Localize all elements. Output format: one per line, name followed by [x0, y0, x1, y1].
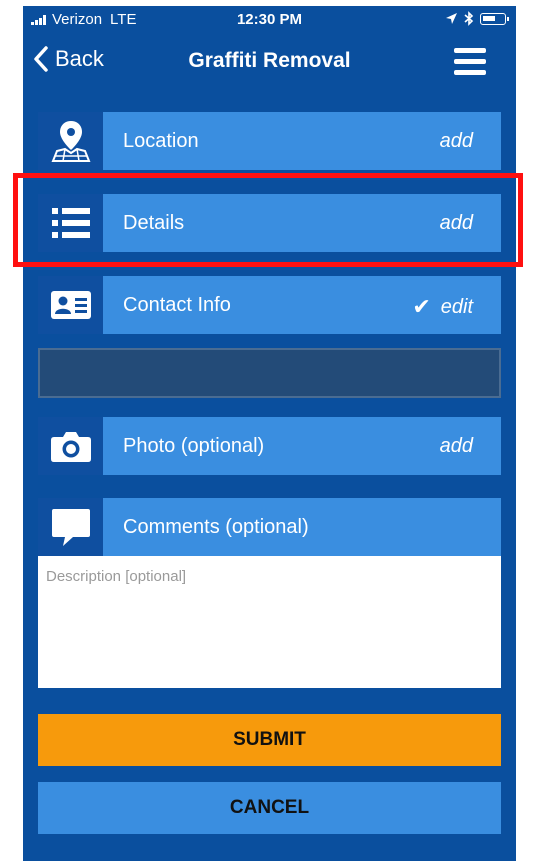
location-icon-box	[38, 112, 103, 170]
comments-icon-box	[38, 498, 103, 556]
submit-button[interactable]: SUBMIT	[38, 714, 501, 766]
back-label: Back	[55, 46, 104, 71]
comments-label: Comments (optional)	[123, 516, 309, 538]
photo-label: Photo (optional)	[123, 435, 265, 457]
contact-edit-action[interactable]: ✔ edit	[412, 294, 473, 320]
photo-add-action[interactable]: add	[440, 435, 473, 458]
location-action-text: add	[439, 130, 473, 152]
phone-screen: Verizon LTE 12:30 PM Back Graffiti Remov…	[23, 6, 516, 861]
map-pin-icon	[51, 121, 90, 162]
contact-info-label: Contact Info	[123, 294, 231, 316]
photo-action-text: add	[439, 435, 473, 457]
details-label: Details	[123, 212, 185, 234]
photo-icon-box	[38, 417, 103, 475]
page-title: Graffiti Removal	[188, 49, 351, 72]
contact-info-row[interactable]: Contact Info ✔ edit	[38, 276, 501, 334]
cancel-button[interactable]: CANCEL	[38, 782, 501, 834]
nav-bar: Back Graffiti Removal	[23, 34, 516, 90]
battery-icon	[480, 12, 509, 25]
details-icon-box	[38, 194, 103, 252]
photo-row[interactable]: Photo (optional) add	[38, 417, 501, 475]
contact-card-icon	[50, 291, 91, 319]
details-add-action[interactable]: add	[440, 212, 473, 235]
list-icon	[51, 208, 90, 238]
bluetooth-icon	[464, 11, 474, 26]
status-right	[445, 11, 509, 26]
checkmark-icon: ✔	[412, 294, 431, 319]
comments-row[interactable]: Comments (optional)	[38, 498, 501, 556]
description-placeholder: Description [optional]	[46, 568, 187, 585]
details-row[interactable]: Details add	[38, 194, 501, 252]
contact-icon-box	[38, 276, 103, 334]
contact-info-summary-field	[38, 348, 501, 398]
location-add-action[interactable]: add	[440, 130, 473, 153]
contact-action-text: edit	[440, 295, 473, 318]
location-label: Location	[123, 130, 199, 152]
chevron-left-icon	[34, 46, 48, 72]
status-bar: Verizon LTE 12:30 PM	[23, 6, 516, 34]
back-button[interactable]: Back	[33, 46, 104, 72]
description-input[interactable]: Description [optional]	[38, 556, 501, 688]
camera-icon	[50, 432, 91, 462]
status-time: 12:30 PM	[236, 11, 303, 28]
speech-bubble-icon	[51, 509, 90, 546]
hamburger-menu-icon[interactable]	[454, 48, 486, 76]
location-arrow-icon	[446, 13, 457, 24]
location-row[interactable]: Location add	[38, 112, 501, 170]
details-action-text: add	[439, 212, 473, 234]
